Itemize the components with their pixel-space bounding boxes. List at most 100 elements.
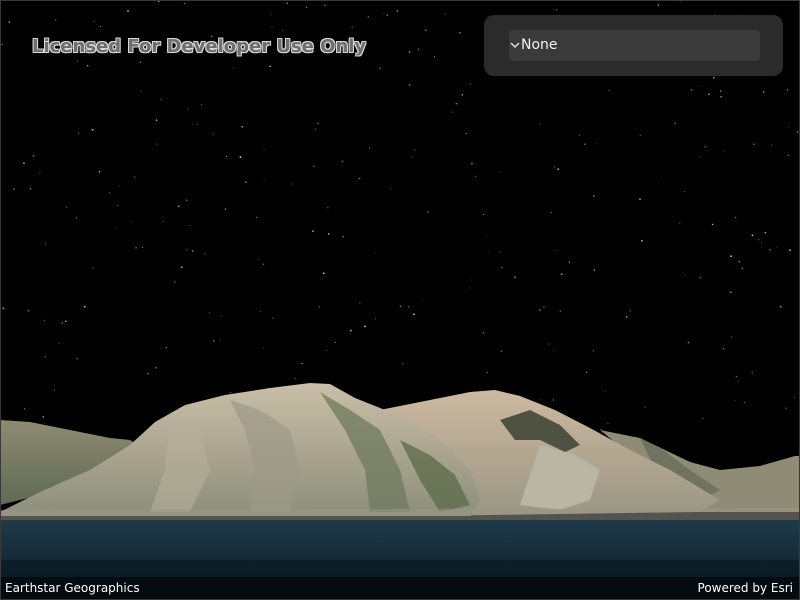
star — [286, 2, 288, 4]
star — [592, 350, 595, 352]
star — [189, 225, 191, 227]
star — [44, 356, 46, 358]
star — [424, 29, 427, 32]
star — [779, 305, 782, 308]
star — [390, 188, 392, 190]
star — [794, 397, 795, 399]
star — [768, 248, 771, 251]
star — [258, 259, 260, 261]
star — [133, 176, 136, 179]
star — [661, 176, 663, 178]
star — [789, 249, 791, 252]
star — [160, 99, 162, 101]
star — [734, 400, 736, 401]
star — [674, 122, 677, 125]
star — [455, 103, 458, 105]
star — [399, 305, 402, 307]
star — [83, 305, 86, 308]
star — [604, 390, 606, 392]
star — [305, 6, 308, 8]
star — [272, 317, 274, 319]
star — [127, 10, 129, 12]
scene-view[interactable]: Licensed For Developer Use Only None Ear… — [0, 0, 800, 600]
star — [679, 0, 681, 2]
star — [711, 223, 714, 226]
star — [65, 206, 68, 208]
star — [98, 170, 101, 173]
star — [262, 263, 265, 266]
star — [764, 231, 767, 234]
star — [259, 311, 261, 313]
chevron-down-icon — [510, 42, 520, 48]
star — [411, 156, 413, 158]
star — [99, 25, 102, 28]
star — [191, 250, 194, 252]
star — [738, 260, 740, 263]
star — [413, 313, 415, 316]
star — [737, 380, 740, 383]
star — [196, 124, 198, 126]
star — [796, 131, 799, 133]
star — [27, 310, 30, 312]
star — [762, 91, 765, 93]
star — [291, 183, 293, 185]
star — [363, 325, 366, 328]
star — [465, 132, 467, 135]
star — [2, 307, 5, 310]
star — [324, 4, 326, 7]
star — [359, 177, 361, 180]
star — [690, 88, 693, 91]
star — [180, 266, 183, 269]
star — [399, 0, 401, 1]
star — [408, 51, 411, 53]
star — [61, 322, 63, 324]
star — [140, 90, 142, 92]
star — [349, 329, 352, 332]
star — [174, 281, 176, 283]
star — [263, 179, 265, 180]
star — [119, 185, 121, 187]
star — [55, 19, 57, 21]
terrain-scene — [0, 0, 800, 600]
star — [208, 312, 210, 314]
star — [553, 166, 556, 168]
star — [22, 162, 25, 165]
star — [786, 88, 789, 91]
star — [487, 372, 488, 374]
star — [13, 188, 15, 190]
star — [327, 233, 330, 235]
star — [753, 143, 755, 145]
analysis-selector-dropdown[interactable]: None — [509, 30, 760, 61]
star — [584, 143, 586, 146]
star — [186, 249, 188, 251]
star — [154, 366, 157, 369]
star — [469, 83, 471, 86]
star — [514, 276, 516, 279]
star — [271, 26, 273, 28]
star — [555, 250, 557, 252]
star — [482, 213, 485, 216]
star — [501, 266, 503, 269]
star — [417, 48, 420, 50]
star — [270, 14, 272, 16]
star — [162, 220, 164, 222]
star — [600, 428, 602, 431]
powered-by-label[interactable]: Powered by Esri — [698, 581, 793, 595]
star — [45, 243, 47, 245]
star — [499, 171, 501, 173]
star — [639, 198, 641, 200]
star — [559, 310, 562, 312]
star — [540, 398, 542, 400]
star — [130, 221, 132, 223]
star — [751, 371, 754, 374]
star — [408, 84, 411, 87]
star — [734, 216, 737, 219]
star — [469, 287, 471, 289]
star — [640, 239, 643, 242]
star — [702, 418, 704, 420]
star — [139, 61, 142, 64]
star — [141, 246, 143, 249]
star — [639, 134, 642, 137]
star — [294, 378, 296, 380]
star — [471, 279, 473, 281]
